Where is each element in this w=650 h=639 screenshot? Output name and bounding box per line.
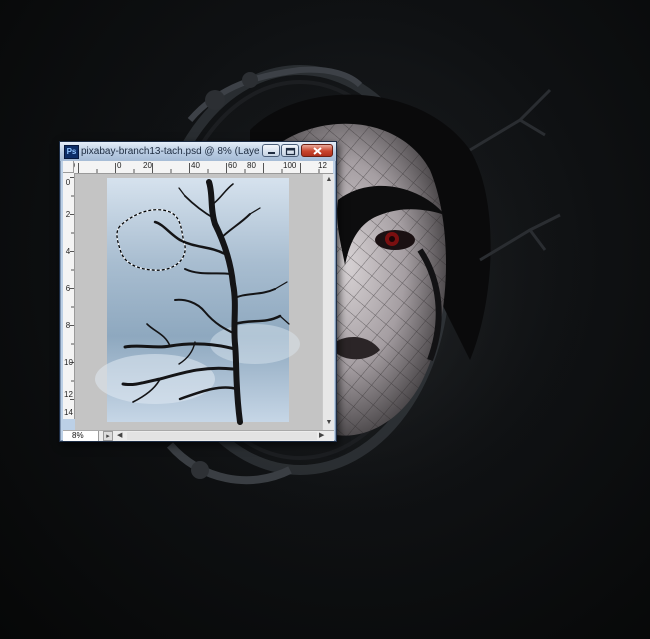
ruler-label: 2 bbox=[65, 210, 71, 219]
canvas-image bbox=[95, 178, 300, 425]
minimize-button[interactable] bbox=[262, 144, 280, 157]
ruler-label: 0 bbox=[117, 161, 122, 170]
vertical-ruler[interactable]: 0 2 4 6 8 10 12 14 bbox=[63, 173, 75, 419]
arrow-right-icon[interactable]: ▶ bbox=[319, 431, 328, 441]
close-button[interactable] bbox=[301, 144, 333, 157]
maximize-icon bbox=[285, 147, 296, 156]
ruler-label: 6 bbox=[65, 284, 71, 293]
photoshop-icon: Ps bbox=[64, 145, 79, 159]
vertical-scrollbar[interactable]: ▲ ▼ bbox=[322, 174, 334, 430]
ruler-label: 60 bbox=[228, 161, 237, 170]
ruler-label: 100 bbox=[283, 161, 297, 170]
document-title: pixabay-branch13-tach.psd @ 8% (Layer 1,… bbox=[81, 146, 259, 157]
horizontal-ruler[interactable]: 20 0 20 40 60 80 100 12 bbox=[63, 161, 333, 174]
ruler-label: 14 bbox=[64, 408, 73, 417]
ruler-label: 8 bbox=[65, 321, 71, 330]
window-titlebar[interactable]: Ps pixabay-branch13-tach.psd @ 8% (Layer… bbox=[60, 142, 336, 161]
document-canvas[interactable] bbox=[75, 174, 334, 430]
maximize-button[interactable] bbox=[281, 144, 299, 157]
minimize-icon bbox=[268, 152, 275, 154]
status-menu-button[interactable]: ▸ bbox=[103, 431, 113, 441]
ruler-label: 0 bbox=[65, 178, 71, 187]
status-bar: 8% ▸ ◀ ▶ bbox=[63, 430, 334, 441]
horizontal-scrollbar[interactable] bbox=[127, 432, 317, 440]
ruler-origin[interactable] bbox=[63, 161, 74, 173]
ruler-label: 10 bbox=[64, 358, 73, 367]
photoshop-workspace: Ps pixabay-branch13-tach.psd @ 8% (Layer… bbox=[0, 0, 650, 639]
ruler-label: 40 bbox=[191, 161, 200, 170]
ruler-label: 20 bbox=[143, 161, 152, 170]
ruler-label: 12 bbox=[64, 390, 73, 399]
ruler-label: 4 bbox=[65, 247, 71, 256]
arrow-up-icon[interactable]: ▲ bbox=[324, 175, 334, 185]
ruler-label: 12 bbox=[318, 161, 327, 170]
arrow-down-icon[interactable]: ▼ bbox=[324, 418, 334, 428]
ruler-label: 80 bbox=[247, 161, 256, 170]
close-icon bbox=[313, 147, 322, 155]
zoom-level-field[interactable]: 8% bbox=[63, 431, 99, 441]
document-window[interactable]: Ps pixabay-branch13-tach.psd @ 8% (Layer… bbox=[59, 141, 337, 442]
arrow-left-icon[interactable]: ◀ bbox=[117, 431, 126, 441]
